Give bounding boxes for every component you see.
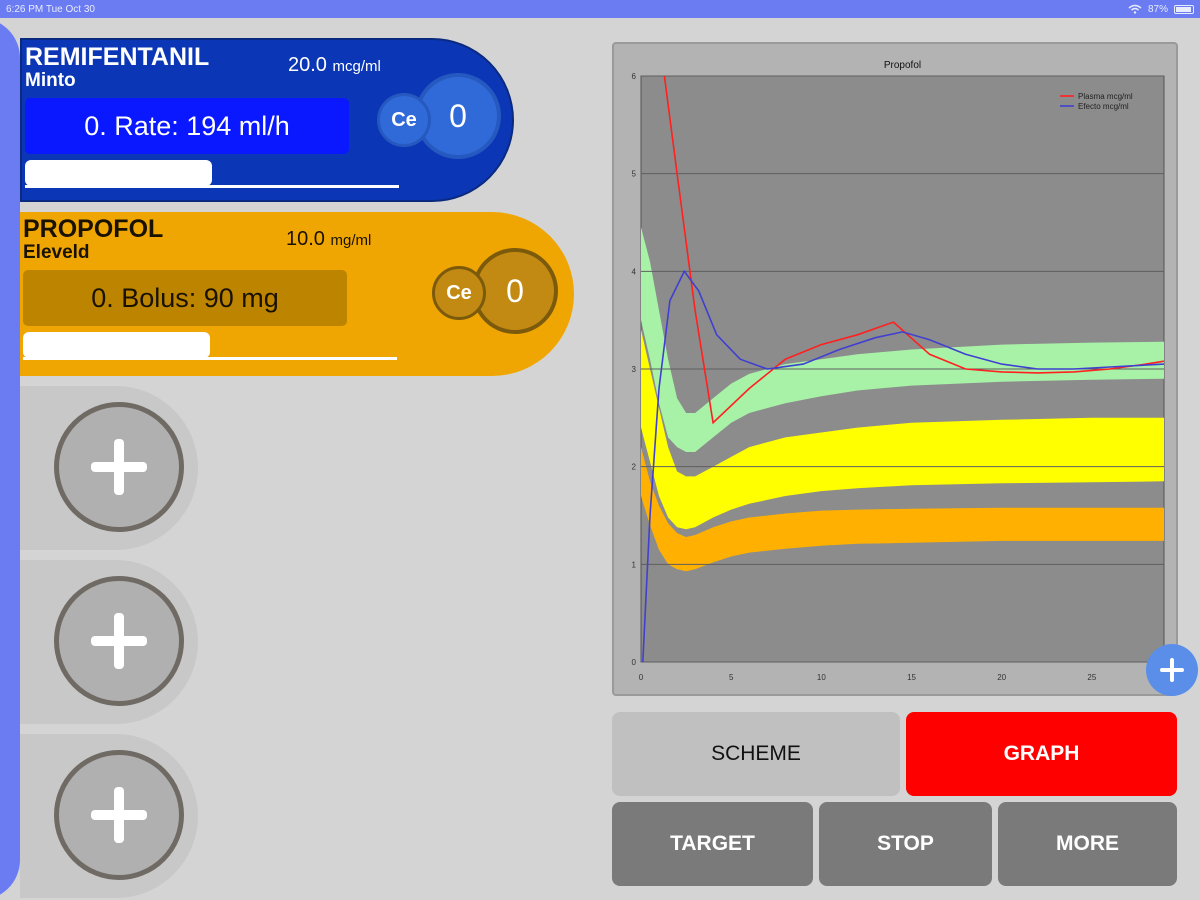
plus-icon bbox=[91, 787, 147, 843]
ce-label[interactable]: Ce bbox=[377, 93, 431, 147]
infusion-progress-track bbox=[25, 185, 399, 188]
left-edge-strip bbox=[0, 18, 20, 900]
more-button[interactable]: MORE bbox=[998, 802, 1177, 886]
concentration-unit: mcg/ml bbox=[332, 58, 381, 75]
bolus-button[interactable]: 0. Bolus: 90 mg bbox=[23, 270, 347, 326]
drug-model: Minto bbox=[25, 70, 76, 91]
plus-icon bbox=[1160, 658, 1184, 682]
y-tick-label: 5 bbox=[632, 170, 637, 179]
drug-panel-remifentanil[interactable]: REMIFENTANIL Minto 20.0 mcg/ml 0. Rate: … bbox=[20, 38, 514, 202]
infusion-rate-button[interactable]: 0. Rate: 194 ml/h bbox=[25, 98, 349, 154]
y-tick-label: 1 bbox=[632, 560, 637, 569]
legend-label: Plasma mcg/ml bbox=[1078, 92, 1133, 101]
concentration-value: 10.0 bbox=[286, 228, 325, 250]
ce-label[interactable]: Ce bbox=[432, 266, 486, 320]
drug-concentration: 10.0 mg/ml bbox=[286, 228, 371, 251]
add-event-button[interactable] bbox=[1146, 644, 1198, 696]
empty-drug-slot-3 bbox=[20, 734, 198, 898]
add-drug-button[interactable] bbox=[54, 576, 184, 706]
add-drug-button[interactable] bbox=[54, 402, 184, 532]
wifi-icon bbox=[1128, 4, 1142, 14]
y-tick-label: 4 bbox=[632, 267, 637, 276]
y-tick-label: 2 bbox=[632, 463, 637, 472]
infusion-progress-fill bbox=[23, 332, 210, 358]
plus-icon bbox=[91, 613, 147, 669]
status-time: 6:26 PM Tue Oct 30 bbox=[6, 3, 95, 15]
battery-percent: 87% bbox=[1147, 3, 1168, 15]
concentration-graph: 0 1 2 3 4 5 6 0 5 10 15 20 25 Propofol Plasma mcg/ml Ef… bbox=[612, 42, 1178, 696]
concentration-value: 20.0 bbox=[288, 54, 327, 76]
drug-panel-propofol[interactable]: PROPOFOL Eleveld 10.0 mg/ml 0. Bolus: 90… bbox=[20, 212, 574, 376]
plus-icon bbox=[91, 439, 147, 495]
empty-drug-slot-2 bbox=[20, 560, 198, 724]
status-bar: 6:26 PM Tue Oct 30 87% bbox=[0, 0, 1200, 18]
chart-svg: 0 1 2 3 4 5 6 0 5 10 15 20 25 Propofol Plasma mcg/mlEf… bbox=[632, 60, 1165, 682]
chart-title: Propofol bbox=[884, 60, 921, 71]
add-drug-button[interactable] bbox=[54, 750, 184, 880]
drug-concentration: 20.0 mcg/ml bbox=[288, 54, 381, 77]
graph-button[interactable]: GRAPH bbox=[906, 712, 1177, 796]
infusion-progress-track bbox=[23, 357, 397, 360]
status-right: 87% bbox=[1128, 4, 1194, 15]
infusion-progress-fill bbox=[25, 160, 212, 186]
x-tick-label: 25 bbox=[1087, 673, 1096, 682]
drug-name: PROPOFOL bbox=[23, 215, 164, 243]
y-tick-label: 3 bbox=[632, 365, 637, 374]
drug-model: Eleveld bbox=[23, 242, 90, 263]
x-tick-label: 5 bbox=[729, 673, 734, 682]
legend-label: Efecto mcg/ml bbox=[1078, 102, 1129, 111]
battery-icon bbox=[1174, 4, 1194, 14]
stop-button[interactable]: STOP bbox=[819, 802, 992, 886]
drug-name: REMIFENTANIL bbox=[25, 43, 210, 71]
y-tick-label: 6 bbox=[632, 72, 637, 81]
x-tick-label: 20 bbox=[997, 673, 1006, 682]
scheme-button[interactable]: SCHEME bbox=[612, 712, 900, 796]
x-tick-label: 10 bbox=[817, 673, 826, 682]
concentration-unit: mg/ml bbox=[330, 232, 372, 249]
y-tick-label: 0 bbox=[632, 658, 637, 667]
x-tick-label: 0 bbox=[639, 673, 644, 682]
target-button[interactable]: TARGET bbox=[612, 802, 813, 886]
empty-drug-slot-1 bbox=[20, 386, 198, 550]
x-tick-label: 15 bbox=[907, 673, 916, 682]
